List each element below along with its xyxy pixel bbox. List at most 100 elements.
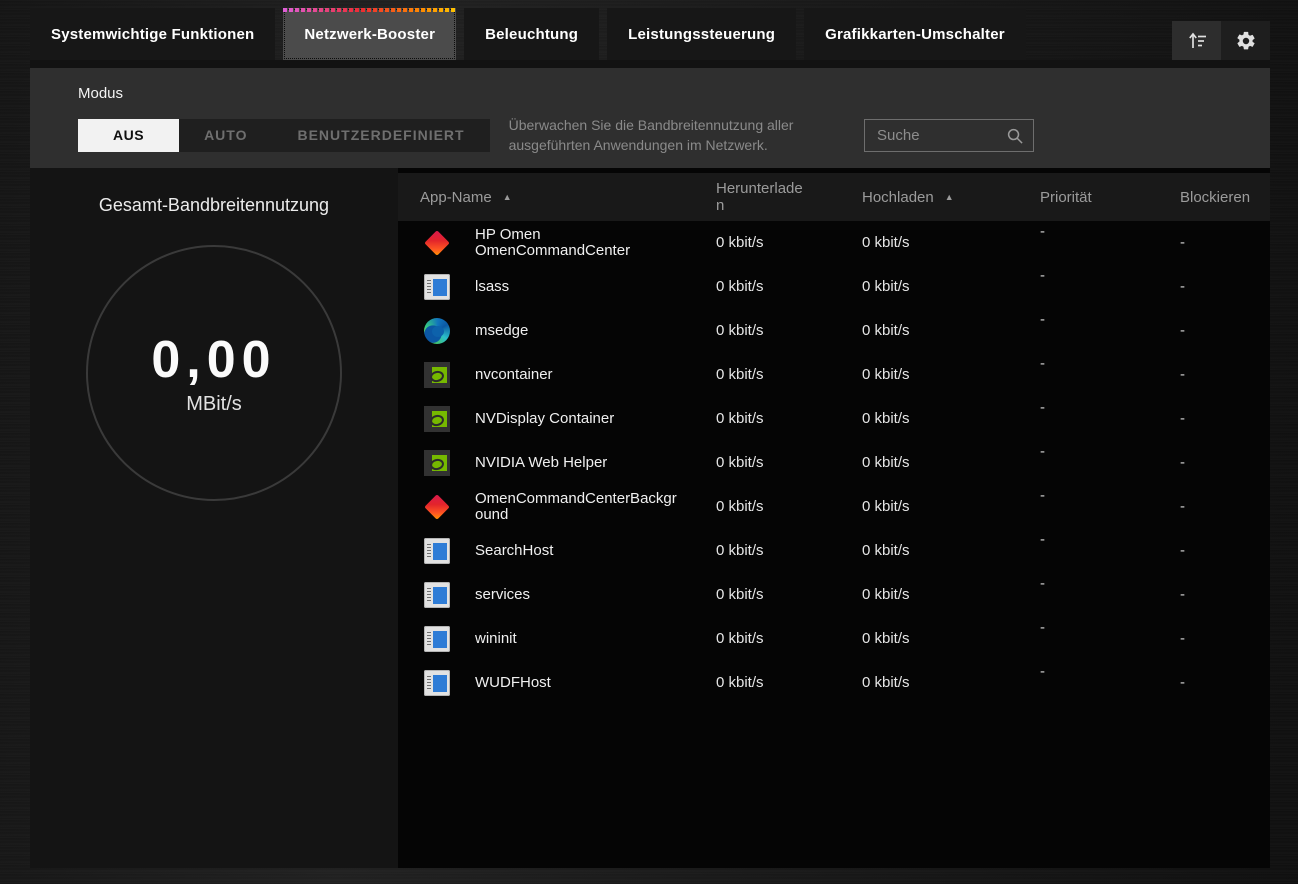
mode-option-benutzerdefiniert[interactable]: BENUTZERDEFINIERT — [272, 119, 489, 152]
tab-bar: Systemwichtige Funktionen Netzwerk-Boost… — [30, 8, 1270, 60]
total-bandwidth-panel: Gesamt-Bandbreitennutzung 0,00 MBit/s — [30, 168, 398, 868]
app-name: wininit — [475, 631, 517, 647]
mode-row: AUS AUTO BENUTZERDEFINIERT Überwachen Si… — [78, 115, 1270, 155]
mode-description-line1: Überwachen Sie die Bandbreitennutzung al… — [509, 115, 794, 135]
tab-beleuchtung[interactable]: Beleuchtung — [464, 8, 599, 60]
omen-gaming-hub-window: { "tabs": { "items": [ { "label": "Syste… — [0, 0, 1298, 884]
block-control[interactable]: - — [1180, 322, 1185, 339]
block-cell: - — [1150, 410, 1270, 428]
app-cell: NVDisplay Container — [398, 406, 716, 432]
block-control[interactable]: - — [1180, 410, 1185, 427]
block-control[interactable]: - — [1180, 498, 1185, 515]
app-cell: lsass — [398, 274, 716, 300]
column-header-block[interactable]: Blockieren — [1150, 189, 1270, 206]
upload-value: 0 kbit/s — [862, 542, 910, 559]
upload-value: 0 kbit/s — [862, 366, 910, 383]
download-value: 0 kbit/s — [716, 454, 764, 471]
table-row: NVIDIA Web Helper 0 kbit/s 0 kbit/s - - — [398, 441, 1270, 485]
download-value: 0 kbit/s — [716, 542, 764, 559]
priority-control[interactable]: - — [1040, 443, 1045, 460]
upload-value: 0 kbit/s — [862, 322, 910, 339]
block-control[interactable]: - — [1180, 674, 1185, 691]
app-icon — [424, 406, 450, 432]
download-cell: 0 kbit/s — [716, 278, 862, 296]
block-cell: - — [1150, 322, 1270, 340]
search-icon[interactable] — [1005, 126, 1024, 145]
upload-cell: 0 kbit/s — [862, 674, 1020, 692]
app-name: HP Omen OmenCommandCenter — [475, 227, 680, 259]
priority-control[interactable]: - — [1040, 663, 1045, 680]
priority-control[interactable]: - — [1040, 531, 1045, 548]
priority-control[interactable]: - — [1040, 575, 1045, 592]
column-header-upload[interactable]: Hochladen ▲ — [862, 189, 1020, 206]
download-value: 0 kbit/s — [716, 498, 764, 515]
table-row: msedge 0 kbit/s 0 kbit/s - - — [398, 309, 1270, 353]
download-value: 0 kbit/s — [716, 410, 764, 427]
priority-control[interactable]: - — [1040, 267, 1045, 284]
upload-cell: 0 kbit/s — [862, 410, 1020, 428]
app-icon — [424, 230, 450, 256]
tab-systemwichtige-funktionen[interactable]: Systemwichtige Funktionen — [30, 8, 275, 60]
priority-control[interactable]: - — [1040, 223, 1045, 240]
tab-grafikkarten-umschalter[interactable]: Grafikkarten-Umschalter — [804, 8, 1026, 60]
download-cell: 0 kbit/s — [716, 322, 862, 340]
upload-value: 0 kbit/s — [862, 630, 910, 647]
settings-button[interactable] — [1221, 21, 1270, 60]
priority-cell: - — [1020, 309, 1150, 329]
app-name: msedge — [475, 323, 528, 339]
sort-button[interactable] — [1172, 21, 1221, 60]
column-label-block: Blockieren — [1180, 189, 1250, 206]
column-header-priority[interactable]: Priorität — [1020, 189, 1150, 206]
upload-value: 0 kbit/s — [862, 410, 910, 427]
download-value: 0 kbit/s — [716, 366, 764, 383]
priority-cell: - — [1020, 221, 1150, 241]
download-value: 0 kbit/s — [716, 630, 764, 647]
gear-icon — [1235, 30, 1257, 52]
mode-option-aus[interactable]: AUS — [78, 119, 179, 152]
upload-cell: 0 kbit/s — [862, 542, 1020, 560]
priority-control[interactable]: - — [1040, 619, 1045, 636]
app-icon — [424, 362, 450, 388]
priority-cell: - — [1020, 617, 1150, 637]
block-cell: - — [1150, 498, 1270, 516]
block-cell: - — [1150, 542, 1270, 560]
priority-control[interactable]: - — [1040, 355, 1045, 372]
tab-leistungssteuerung[interactable]: Leistungssteuerung — [607, 8, 796, 60]
app-icon — [424, 318, 450, 344]
block-control[interactable]: - — [1180, 630, 1185, 647]
tab-netzwerk-booster[interactable]: Netzwerk-Booster — [283, 8, 456, 60]
main-area: Gesamt-Bandbreitennutzung 0,00 MBit/s Ap… — [30, 168, 1270, 868]
mode-option-auto[interactable]: AUTO — [179, 119, 272, 152]
block-control[interactable]: - — [1180, 366, 1185, 383]
priority-control[interactable]: - — [1040, 399, 1045, 416]
priority-control[interactable]: - — [1040, 487, 1045, 504]
priority-cell: - — [1020, 485, 1150, 505]
upload-cell: 0 kbit/s — [862, 454, 1020, 472]
sort-asc-icon: ▲ — [503, 192, 512, 202]
block-control[interactable]: - — [1180, 542, 1185, 559]
table-row: HP Omen OmenCommandCenter 0 kbit/s 0 kbi… — [398, 221, 1270, 265]
block-control[interactable]: - — [1180, 234, 1185, 251]
app-icon — [424, 274, 450, 300]
download-cell: 0 kbit/s — [716, 454, 862, 472]
column-header-app-name[interactable]: App-Name ▲ — [398, 189, 716, 206]
column-label-upload: Hochladen — [862, 189, 934, 206]
block-control[interactable]: - — [1180, 278, 1185, 295]
block-control[interactable]: - — [1180, 454, 1185, 471]
column-label-priority: Priorität — [1040, 189, 1092, 206]
app-cell: services — [398, 582, 716, 608]
app-icon — [424, 670, 450, 696]
column-label-download: Herunterladen — [716, 180, 808, 214]
app-cell: OmenCommandCenterBackground — [398, 491, 716, 523]
search-input[interactable] — [877, 127, 1005, 144]
table-header: App-Name ▲ Herunterladen Hochladen ▲ Pri… — [398, 173, 1270, 221]
priority-control[interactable]: - — [1040, 311, 1045, 328]
block-control[interactable]: - — [1180, 586, 1185, 603]
sort-ascending-icon — [1185, 29, 1209, 53]
app-icon — [424, 494, 450, 520]
upload-cell: 0 kbit/s — [862, 322, 1020, 340]
column-header-download[interactable]: Herunterladen — [716, 180, 862, 214]
sort-asc-icon: ▲ — [945, 192, 954, 202]
upload-cell: 0 kbit/s — [862, 498, 1020, 516]
download-cell: 0 kbit/s — [716, 542, 862, 560]
